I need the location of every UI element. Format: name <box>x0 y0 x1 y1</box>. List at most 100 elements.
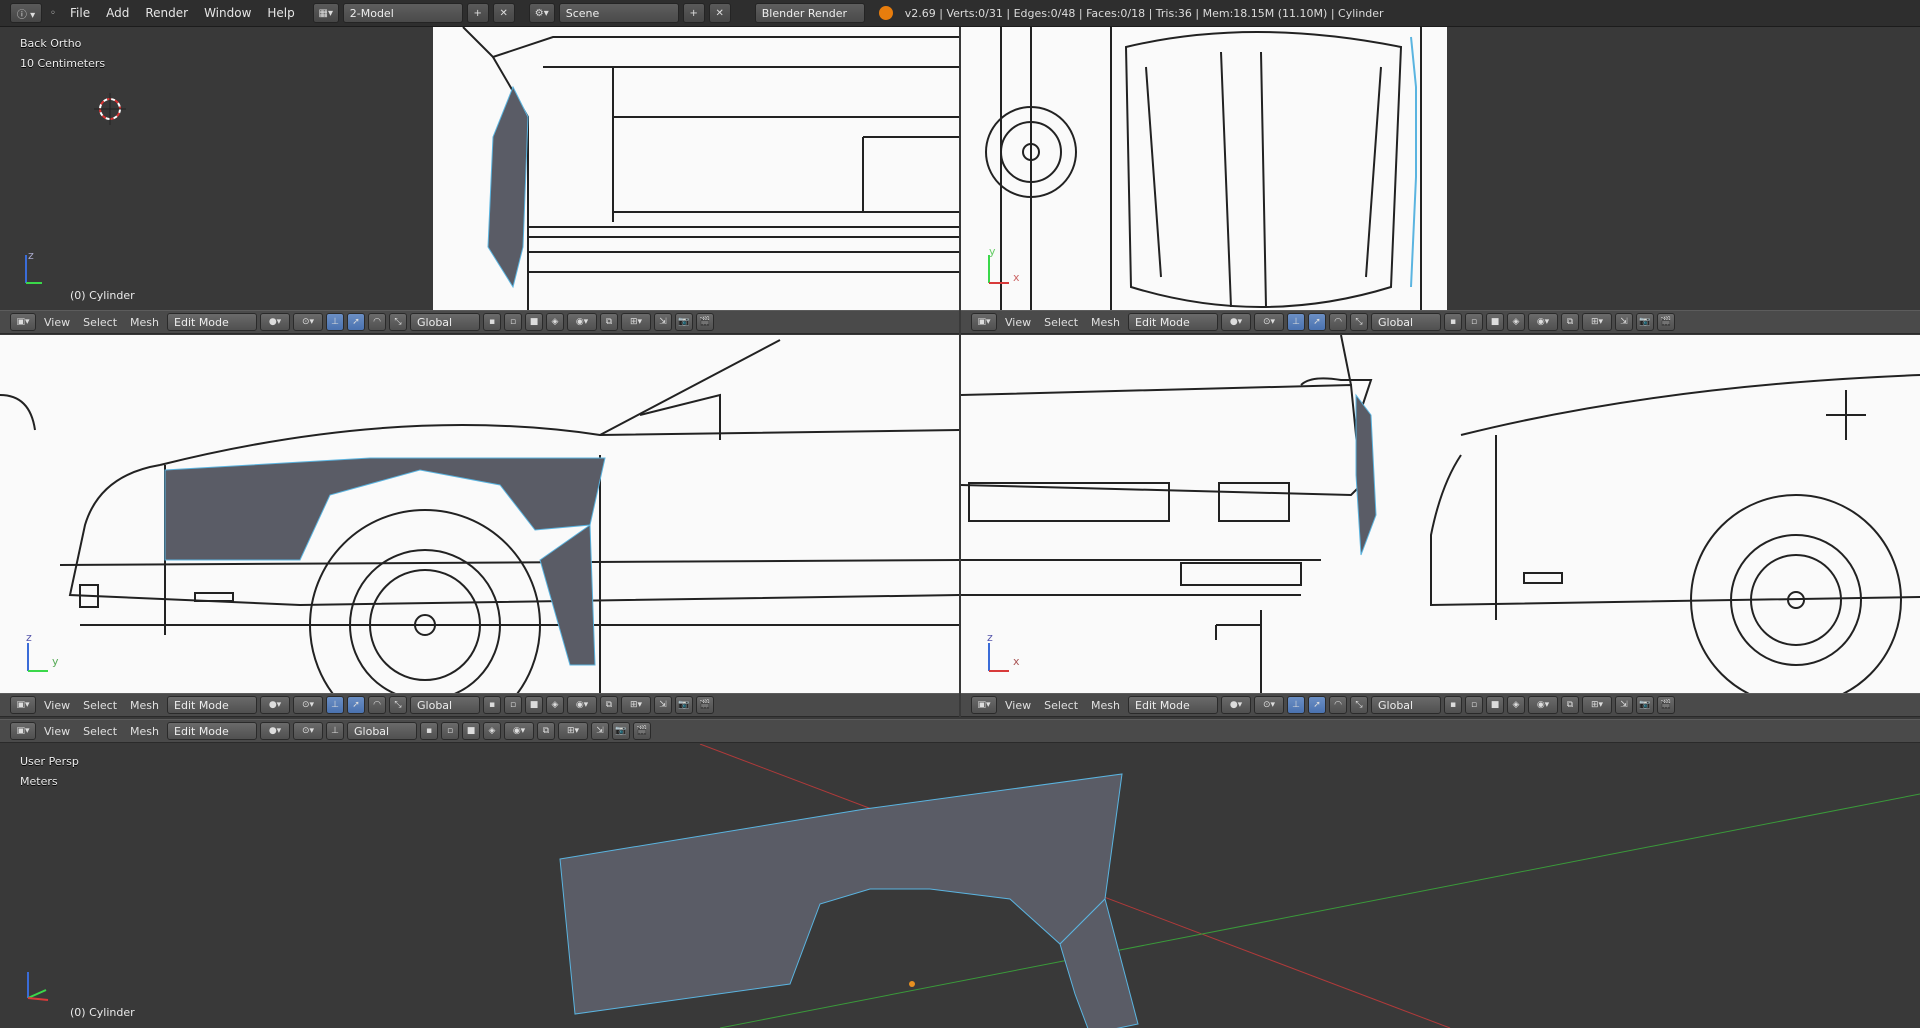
manipulator-toggle-icon[interactable]: ⊥ <box>326 722 345 740</box>
snap-toggle-icon[interactable]: ⧉ <box>1561 696 1580 714</box>
render-engine-select[interactable]: Blender Render <box>754 3 865 23</box>
menu-mesh[interactable]: Mesh <box>125 316 164 329</box>
vertex-select-icon[interactable]: ▪ <box>420 722 439 740</box>
scene-icon[interactable]: ⚙▾ <box>528 3 555 23</box>
menu-mesh[interactable]: Mesh <box>125 699 164 712</box>
layers-icon[interactable]: ⇲ <box>654 313 673 331</box>
viewport-top-ortho[interactable]: y x <box>961 27 1920 310</box>
limit-selection-icon[interactable]: ◈ <box>546 696 565 714</box>
menu-select[interactable]: Select <box>78 725 122 738</box>
vertex-select-icon[interactable]: ▪ <box>483 696 502 714</box>
mode-select[interactable]: Edit Mode <box>1128 313 1219 331</box>
screen-layout-icon[interactable]: ▦▾ <box>312 3 339 23</box>
translate-icon[interactable]: ➚ <box>347 696 366 714</box>
proportional-edit-icon[interactable]: ◉▾ <box>1528 313 1559 331</box>
pivot-point-icon[interactable]: ⊙▾ <box>1254 313 1285 331</box>
render-opengl-icon[interactable]: 📷 <box>675 313 694 331</box>
snap-element-icon[interactable]: ⊞▾ <box>558 722 589 740</box>
proportional-edit-icon[interactable]: ◉▾ <box>567 696 598 714</box>
shading-solid-icon[interactable]: ●▾ <box>260 696 291 714</box>
proportional-edit-icon[interactable]: ◉▾ <box>504 722 535 740</box>
menu-window[interactable]: Window <box>198 6 257 20</box>
menu-view[interactable]: View <box>1000 316 1036 329</box>
viewport-front-ortho[interactable]: z x <box>961 335 1920 693</box>
snap-toggle-icon[interactable]: ⧉ <box>600 696 619 714</box>
render-opengl-icon[interactable]: 📷 <box>1636 696 1655 714</box>
pivot-point-icon[interactable]: ⊙▾ <box>1254 696 1285 714</box>
rotate-icon[interactable]: ◠ <box>368 313 387 331</box>
face-select-icon[interactable]: ■ <box>1486 313 1505 331</box>
editor-type-icon[interactable]: ▣▾ <box>971 696 997 714</box>
editor-type-icon[interactable]: ▣▾ <box>10 313 36 331</box>
translate-icon[interactable]: ➚ <box>1308 313 1327 331</box>
mode-select[interactable]: Edit Mode <box>167 696 258 714</box>
layers-icon[interactable]: ⇲ <box>654 696 673 714</box>
menu-select[interactable]: Select <box>78 316 122 329</box>
snap-element-icon[interactable]: ⊞▾ <box>621 313 652 331</box>
translate-icon[interactable]: ➚ <box>347 313 366 331</box>
snap-element-icon[interactable]: ⊞▾ <box>1582 313 1613 331</box>
menu-render[interactable]: Render <box>139 6 194 20</box>
menu-mesh[interactable]: Mesh <box>1086 316 1125 329</box>
snap-element-icon[interactable]: ⊞▾ <box>1582 696 1613 714</box>
pivot-point-icon[interactable]: ⊙▾ <box>293 696 324 714</box>
snap-toggle-icon[interactable]: ⧉ <box>537 722 556 740</box>
limit-selection-icon[interactable]: ◈ <box>1507 313 1526 331</box>
edge-select-icon[interactable]: ▫ <box>504 313 523 331</box>
layers-icon[interactable]: ⇲ <box>1615 696 1634 714</box>
editor-type-icon[interactable]: ▣▾ <box>971 313 997 331</box>
transform-orientation-select[interactable]: Global <box>410 696 481 714</box>
remove-screen-icon[interactable]: ✕ <box>492 3 515 23</box>
limit-selection-icon[interactable]: ◈ <box>483 722 502 740</box>
render-animation-icon[interactable]: 🎬 <box>696 696 715 714</box>
shading-solid-icon[interactable]: ●▾ <box>260 722 291 740</box>
snap-element-icon[interactable]: ⊞▾ <box>621 696 652 714</box>
scale-icon[interactable]: ⤡ <box>389 696 408 714</box>
render-opengl-icon[interactable]: 📷 <box>612 722 631 740</box>
manipulator-toggle-icon[interactable]: ⊥ <box>326 313 345 331</box>
menu-view[interactable]: View <box>39 699 75 712</box>
menu-file[interactable]: File <box>64 6 96 20</box>
edge-select-icon[interactable]: ▫ <box>504 696 523 714</box>
face-select-icon[interactable]: ■ <box>1486 696 1505 714</box>
proportional-edit-icon[interactable]: ◉▾ <box>1528 696 1559 714</box>
editor-type-icon[interactable]: ▣▾ <box>10 722 36 740</box>
limit-selection-icon[interactable]: ◈ <box>1507 696 1526 714</box>
render-animation-icon[interactable]: 🎬 <box>1657 313 1676 331</box>
menu-help[interactable]: Help <box>261 6 300 20</box>
transform-orientation-select[interactable]: Global <box>1371 696 1442 714</box>
snap-toggle-icon[interactable]: ⧉ <box>600 313 619 331</box>
manipulator-toggle-icon[interactable]: ⊥ <box>1287 696 1306 714</box>
render-animation-icon[interactable]: 🎬 <box>633 722 652 740</box>
face-select-icon[interactable]: ■ <box>525 313 544 331</box>
menu-mesh[interactable]: Mesh <box>125 725 164 738</box>
proportional-edit-icon[interactable]: ◉▾ <box>567 313 598 331</box>
menu-view[interactable]: View <box>39 725 75 738</box>
face-select-icon[interactable]: ■ <box>525 696 544 714</box>
menu-select[interactable]: Select <box>1039 699 1083 712</box>
layers-icon[interactable]: ⇲ <box>591 722 610 740</box>
edge-select-icon[interactable]: ▫ <box>441 722 460 740</box>
editor-type-info-button[interactable]: ⓘ ▾ <box>10 3 42 23</box>
shading-solid-icon[interactable]: ●▾ <box>1221 696 1252 714</box>
limit-selection-icon[interactable]: ◈ <box>546 313 565 331</box>
transform-orientation-select[interactable]: Global <box>1371 313 1442 331</box>
snap-toggle-icon[interactable]: ⧉ <box>1561 313 1580 331</box>
pivot-point-icon[interactable]: ⊙▾ <box>293 722 324 740</box>
translate-icon[interactable]: ➚ <box>1308 696 1327 714</box>
scale-icon[interactable]: ⤡ <box>1350 313 1369 331</box>
render-animation-icon[interactable]: 🎬 <box>1657 696 1676 714</box>
menu-add[interactable]: Add <box>100 6 135 20</box>
viewport-user-persp[interactable]: User Persp Meters (0) Cylinder <box>0 744 1920 1028</box>
vertex-select-icon[interactable]: ▪ <box>483 313 502 331</box>
edge-select-icon[interactable]: ▫ <box>1465 696 1484 714</box>
scale-icon[interactable]: ⤡ <box>1350 696 1369 714</box>
vertex-select-icon[interactable]: ▪ <box>1444 696 1463 714</box>
transform-orientation-select[interactable]: Global <box>410 313 481 331</box>
pivot-point-icon[interactable]: ⊙▾ <box>293 313 324 331</box>
vertex-select-icon[interactable]: ▪ <box>1444 313 1463 331</box>
menu-view[interactable]: View <box>39 316 75 329</box>
face-select-icon[interactable]: ■ <box>462 722 481 740</box>
manipulator-toggle-icon[interactable]: ⊥ <box>326 696 345 714</box>
editor-type-icon[interactable]: ▣▾ <box>10 696 36 714</box>
